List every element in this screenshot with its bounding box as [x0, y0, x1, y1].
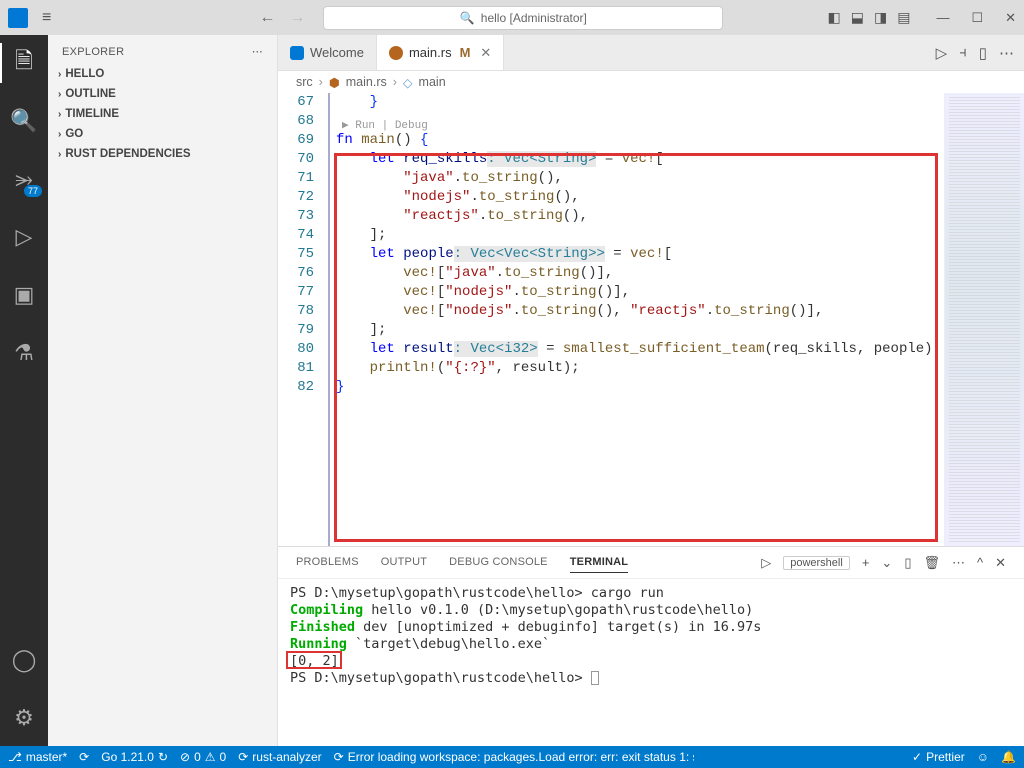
split-editor-icon[interactable]: ⫞ [959, 44, 967, 61]
layout-panel-left-icon[interactable]: ◧ [828, 9, 841, 26]
panel-tab-debug-console[interactable]: DEBUG CONSOLE [449, 552, 548, 573]
editor-area: Welcomemain.rsM✕ ▷ ⫞ ▯ ⋯ src › ⬢ main.rs… [278, 35, 1024, 746]
panel-more-icon[interactable]: ⋯ [952, 555, 965, 571]
window-maximize-icon[interactable]: ☐ [971, 10, 983, 26]
menu-icon[interactable]: ≡ [42, 9, 51, 27]
chevron-right-icon: › [393, 75, 397, 89]
activity-debug-icon[interactable]: ▷ [0, 217, 48, 257]
activity-testing-icon[interactable]: ⚗ [0, 333, 48, 373]
status-bar: ⎇ master* ⟳ Go 1.21.0 ↻ ⊘ 0 ⚠ 0 ⟳ rust-a… [0, 746, 1024, 768]
breadcrumb-symbol[interactable]: main [419, 75, 446, 89]
terminal-dropdown-icon[interactable]: ⌄ [881, 555, 892, 571]
sidebar-section-hello[interactable]: › HELLO [48, 64, 277, 84]
panel-close-icon[interactable]: ✕ [995, 555, 1006, 571]
vscode-logo-icon [8, 8, 28, 28]
line-gutter: 67686970717273747576777879808182 [278, 93, 330, 546]
terminal-split-icon[interactable]: ▯ [904, 555, 911, 571]
status-error-message[interactable]: ⟳ Error loading workspace: packages.Load… [334, 750, 694, 764]
terminal-new-icon[interactable]: + [862, 555, 870, 570]
search-text: hello [Administrator] [481, 11, 587, 25]
nav-back-icon[interactable]: ← [259, 9, 275, 27]
editor-tabs: Welcomemain.rsM✕ ▷ ⫞ ▯ ⋯ [278, 35, 1024, 71]
explorer-more-icon[interactable]: ⋯ [252, 45, 263, 58]
chevron-right-icon: › [58, 129, 61, 140]
tab-welcome[interactable]: Welcome [278, 35, 377, 70]
chevron-right-icon: › [58, 149, 61, 160]
chevron-right-icon: › [319, 75, 323, 89]
activity-explorer-icon[interactable]: 🗎 [0, 43, 48, 83]
activity-scm-icon[interactable]: ⭃77 [0, 159, 48, 199]
breadcrumb-file[interactable]: main.rs [346, 75, 387, 89]
nav-forward-icon[interactable]: → [289, 9, 305, 27]
run-icon[interactable]: ▷ [936, 44, 948, 62]
panel-tab-terminal[interactable]: TERMINAL [570, 552, 628, 573]
status-go-version[interactable]: Go 1.21.0 ↻ [101, 750, 168, 764]
minimap[interactable] [944, 93, 1024, 546]
explorer-sidebar: EXPLORER ⋯ › HELLO› OUTLINE› TIMELINE› G… [48, 35, 278, 746]
window-minimize-icon[interactable]: — [936, 10, 949, 26]
status-rust-analyzer[interactable]: ⟳ rust-analyzer [238, 750, 321, 764]
status-notifications-icon[interactable]: 🔔 [1001, 750, 1016, 764]
panel-tab-problems[interactable]: PROBLEMS [296, 552, 359, 573]
layout-panel-bottom-icon[interactable]: ⬓ [851, 9, 864, 26]
code-editor[interactable]: 67686970717273747576777879808182 } ▶ Run… [278, 93, 1024, 546]
sidebar-section-outline[interactable]: › OUTLINE [48, 84, 277, 104]
status-branch[interactable]: ⎇ master* [8, 750, 67, 764]
code-content[interactable]: } ▶ Run | Debugfn main() { let req_skill… [330, 93, 944, 546]
activity-extensions-icon[interactable]: ▣ [0, 275, 48, 315]
tab-close-icon[interactable]: ✕ [480, 45, 491, 61]
panel-maximize-icon[interactable]: ^ [977, 555, 983, 570]
explorer-title: EXPLORER [62, 46, 124, 58]
status-feedback-icon[interactable]: ☺ [977, 750, 989, 764]
search-icon: 🔍 [460, 11, 475, 25]
command-center[interactable]: 🔍 hello [Administrator] [323, 6, 723, 30]
breadcrumb-folder[interactable]: src [296, 75, 313, 89]
sidebar-section-timeline[interactable]: › TIMELINE [48, 104, 277, 124]
activity-bar: 🗎 🔍 ⭃77 ▷ ▣ ⚗ ◯ ⚙ [0, 35, 48, 746]
titlebar: ≡ ← → 🔍 hello [Administrator] ◧ ⬓ ◨ ▤ — … [0, 0, 1024, 35]
chevron-right-icon: › [58, 89, 61, 100]
breadcrumb[interactable]: src › ⬢ main.rs › ◇ main [278, 71, 1024, 93]
sidebar-section-rust-dependencies[interactable]: › RUST DEPENDENCIES [48, 144, 277, 164]
terminal-launch-icon[interactable]: ▷ [761, 555, 771, 571]
sidebar-section-go[interactable]: › GO [48, 124, 277, 144]
activity-account-icon[interactable]: ◯ [0, 640, 48, 680]
tab-main-rs[interactable]: main.rsM✕ [377, 35, 504, 70]
layout-customize-icon[interactable]: ▤ [897, 9, 910, 26]
chevron-right-icon: › [58, 69, 61, 80]
chevron-right-icon: › [58, 109, 61, 120]
activity-search-icon[interactable]: 🔍 [0, 101, 48, 141]
panel-tabs: PROBLEMS OUTPUT DEBUG CONSOLE TERMINAL ▷ po… [278, 547, 1024, 579]
bottom-panel: PROBLEMS OUTPUT DEBUG CONSOLE TERMINAL ▷ po… [278, 546, 1024, 746]
toggle-layout-icon[interactable]: ▯ [979, 44, 987, 62]
editor-more-icon[interactable]: ⋯ [999, 44, 1014, 62]
status-sync-icon[interactable]: ⟳ [79, 750, 89, 764]
activity-settings-icon[interactable]: ⚙ [0, 698, 48, 738]
window-close-icon[interactable]: ✕ [1005, 10, 1016, 26]
status-problems[interactable]: ⊘ 0 ⚠ 0 [180, 750, 226, 764]
layout-panel-right-icon[interactable]: ◨ [874, 9, 887, 26]
terminal-shell-label[interactable]: powershell [783, 556, 850, 570]
panel-tab-output[interactable]: OUTPUT [381, 552, 427, 573]
terminal-trash-icon[interactable]: 🗑 [923, 555, 940, 571]
status-prettier[interactable]: ✓ Prettier [912, 750, 965, 764]
terminal-output[interactable]: PS D:\mysetup\gopath\rustcode\hello> car… [278, 579, 1024, 746]
